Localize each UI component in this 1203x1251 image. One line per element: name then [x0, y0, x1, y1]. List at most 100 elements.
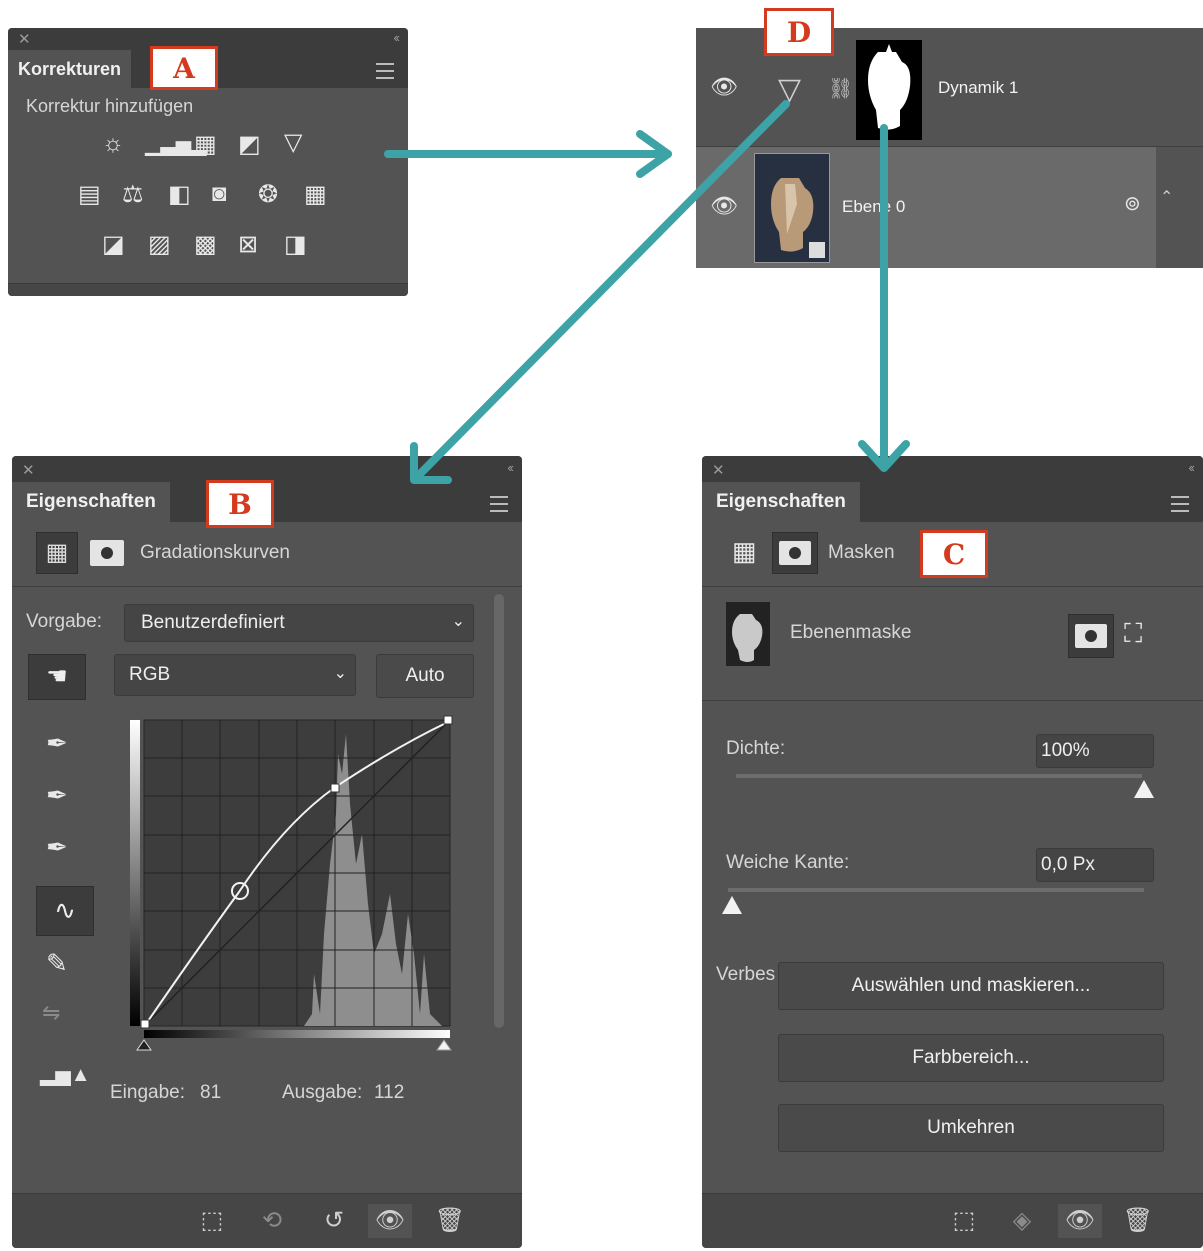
posterize-icon[interactable]: ▨: [148, 230, 171, 259]
clipping-warning-icon[interactable]: ▂▅▲: [40, 1062, 91, 1087]
collapse-icon[interactable]: ‹‹: [507, 460, 514, 475]
chevron-up-icon[interactable]: ⌃: [1160, 187, 1173, 207]
panel-titlebar: ✕ ‹‹: [12, 456, 522, 482]
output-label: Ausgabe:: [282, 1082, 363, 1103]
load-selection-icon[interactable]: ⬚: [942, 1204, 986, 1238]
trash-icon[interactable]: 🗑: [1116, 1204, 1160, 1238]
density-input[interactable]: 100%: [1036, 734, 1154, 768]
mask-thumbnail[interactable]: [726, 602, 770, 666]
color-balance-icon[interactable]: ⚖: [122, 180, 144, 209]
auto-button[interactable]: Auto: [376, 654, 474, 698]
apply-mask-icon: ◈: [1012, 1207, 1032, 1234]
visibility-eye-icon[interactable]: 👁: [710, 74, 738, 100]
section-title: Masken: [828, 542, 895, 563]
link-icon[interactable]: ⛓: [828, 76, 853, 101]
photo-filter-icon[interactable]: ◙: [212, 180, 227, 208]
panel-menu-icon[interactable]: [376, 63, 394, 79]
collapse-icon[interactable]: ‹‹: [1188, 460, 1195, 475]
white-point-eyedropper-icon[interactable]: ✒: [46, 832, 68, 863]
layer-thumbnail[interactable]: [754, 153, 830, 263]
layer-name: Ebene 0: [842, 197, 906, 216]
panel-footer: [8, 283, 408, 296]
divider: [702, 586, 1203, 587]
curve-point-tool[interactable]: ∿: [36, 886, 94, 936]
mask-type-icon[interactable]: [90, 540, 124, 566]
collapse-icon[interactable]: ‹‹: [393, 30, 400, 45]
density-slider[interactable]: [736, 774, 1142, 778]
hue-saturation-icon[interactable]: ▤: [78, 180, 101, 209]
pencil-icon[interactable]: ✎: [46, 948, 68, 979]
panel-footer: ⬚ ⟲ ↺ 👁 🗑: [12, 1193, 522, 1248]
gradient-map-icon[interactable]: ◨: [284, 230, 307, 259]
callout-d: D: [764, 8, 834, 56]
pixel-mask-button[interactable]: [1068, 614, 1114, 658]
feather-value: 0,0 Px: [1041, 854, 1095, 875]
eye-icon[interactable]: 👁: [368, 1204, 412, 1238]
density-label: Dichte:: [726, 738, 786, 759]
close-icon[interactable]: ✕: [18, 30, 31, 48]
curves-type-icon[interactable]: ▦: [36, 532, 78, 574]
exposure-icon[interactable]: ◩: [238, 130, 261, 159]
panel-footer: ⬚ ◈ 👁 🗑: [702, 1193, 1203, 1248]
callout-a: A: [150, 46, 218, 90]
black-point-eyedropper-icon[interactable]: ✒: [46, 728, 68, 759]
invert-icon[interactable]: ◪: [102, 230, 125, 259]
targeted-adjustment-tool[interactable]: ☚: [28, 654, 86, 700]
layers-scrollbar[interactable]: ⌃: [1156, 147, 1203, 268]
threshold-icon[interactable]: ▩: [194, 230, 217, 259]
close-icon[interactable]: ✕: [22, 461, 35, 479]
output-value: 112: [374, 1082, 405, 1103]
layer-row-ebene[interactable]: 👁 Ebene 0 ⊚: [696, 147, 1156, 268]
panel-menu-icon[interactable]: [490, 496, 508, 512]
add-adjustment-label: Korrektur hinzufügen: [26, 96, 194, 116]
brightness-icon[interactable]: ☼: [102, 130, 124, 158]
panel-tab-row: Eigenschaften: [702, 482, 1203, 522]
close-icon[interactable]: ✕: [712, 461, 725, 479]
section-title: Gradationskurven: [140, 542, 290, 563]
mask-type-icon[interactable]: [772, 532, 818, 574]
view-previous-state-icon: ⟲: [261, 1207, 283, 1234]
layer-name: Dynamik 1: [938, 78, 1019, 97]
color-range-button[interactable]: Farbbereich...: [778, 1034, 1164, 1082]
scrollbar-thumb[interactable]: [494, 594, 504, 1028]
clip-to-layer-icon[interactable]: ⬚: [190, 1204, 234, 1238]
panel-scrollbar[interactable]: [492, 594, 504, 1184]
feather-input[interactable]: 0,0 Px: [1036, 848, 1154, 882]
density-slider-handle[interactable]: [1134, 780, 1154, 798]
tab-eigenschaften[interactable]: Eigenschaften: [702, 482, 860, 522]
gray-point-eyedropper-icon[interactable]: ✒: [46, 780, 68, 811]
curves-type-icon[interactable]: ▦: [732, 536, 757, 567]
callout-c: C: [920, 530, 988, 578]
vibrance-icon[interactable]: ▽: [284, 128, 302, 157]
invert-button[interactable]: Umkehren: [778, 1104, 1164, 1152]
callout-b: B: [206, 480, 274, 528]
reset-icon[interactable]: ↺: [312, 1204, 356, 1238]
select-and-mask-button[interactable]: Auswählen und maskieren...: [778, 962, 1164, 1010]
tab-eigenschaften[interactable]: Eigenschaften: [12, 482, 170, 522]
curves-properties-panel: ✕ ‹‹ Eigenschaften ▦ Gradationskurven Vo…: [12, 456, 522, 1248]
preset-value: Benutzerdefiniert: [141, 612, 285, 633]
color-lookup-icon[interactable]: ▦: [304, 180, 327, 209]
feather-slider-handle[interactable]: [722, 896, 742, 914]
visibility-eye-icon[interactable]: 👁: [710, 193, 738, 219]
channel-mixer-icon[interactable]: ❂: [258, 180, 278, 209]
eye-icon[interactable]: 👁: [1058, 1204, 1102, 1238]
feather-slider[interactable]: [728, 888, 1144, 892]
white-point-slider: [436, 1039, 452, 1051]
chevron-down-icon: ⌄: [333, 665, 347, 682]
tab-korrekturen[interactable]: Korrekturen: [8, 50, 132, 88]
curves-icon[interactable]: ▦: [194, 130, 217, 159]
vector-mask-icon[interactable]: ⛶: [1124, 618, 1142, 650]
curves-graph[interactable]: [124, 714, 454, 1054]
selective-color-icon[interactable]: ⊠: [238, 230, 258, 259]
layer-mask-thumbnail[interactable]: [856, 40, 922, 140]
panel-menu-icon[interactable]: [1171, 496, 1189, 512]
input-value: 81: [200, 1082, 222, 1103]
preset-label: Vorgabe:: [26, 611, 103, 632]
black-white-icon[interactable]: ◧: [168, 180, 191, 209]
preset-select[interactable]: Benutzerdefiniert ⌄: [124, 604, 474, 642]
smooth-curve-icon: ⇋: [42, 1000, 61, 1025]
curve-point: [443, 715, 453, 725]
trash-icon[interactable]: 🗑: [428, 1204, 472, 1238]
channel-select[interactable]: RGB ⌄: [114, 654, 356, 696]
